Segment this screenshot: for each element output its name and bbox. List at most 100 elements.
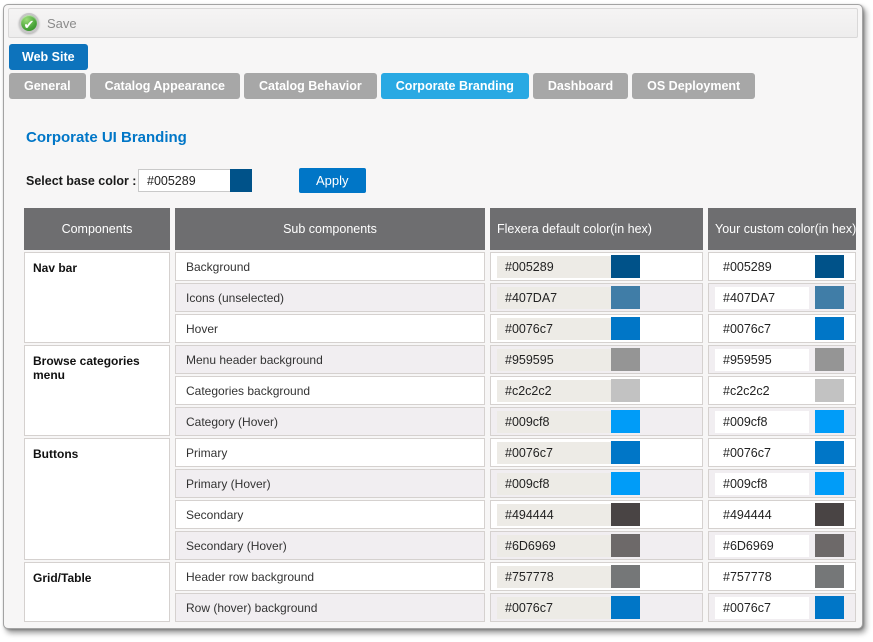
toolbar: ✔ Save [8, 8, 858, 38]
custom-color-swatch[interactable] [815, 441, 844, 464]
sub-component-cell: Hover [175, 314, 485, 343]
custom-color-swatch[interactable] [815, 317, 844, 340]
sub-component-cell: Primary [175, 438, 485, 467]
custom-color-widget [715, 348, 855, 371]
custom-color-cell [708, 252, 856, 281]
custom-color-swatch[interactable] [815, 503, 844, 526]
default-hex-value: #757778 [497, 566, 611, 588]
default-color-cell: #0076c7 [490, 593, 703, 622]
page-title: Corporate UI Branding [26, 129, 862, 146]
default-color-widget: #757778 [497, 565, 702, 588]
tab-general[interactable]: General [9, 73, 86, 99]
custom-color-swatch[interactable] [815, 286, 844, 309]
custom-color-widget [715, 503, 855, 526]
default-color-swatch [611, 286, 640, 309]
custom-color-swatch[interactable] [815, 534, 844, 557]
custom-color-cell [708, 314, 856, 343]
custom-hex-input[interactable] [715, 349, 809, 371]
custom-color-swatch[interactable] [815, 596, 844, 619]
tab-dashboard[interactable]: Dashboard [533, 73, 628, 99]
tab-web-site[interactable]: Web Site [9, 44, 88, 70]
custom-hex-input[interactable] [715, 287, 809, 309]
default-hex-value: #009cf8 [497, 473, 611, 495]
custom-hex-input[interactable] [715, 256, 809, 278]
sub-component-cell: Secondary (Hover) [175, 531, 485, 560]
default-color-widget: #0076c7 [497, 596, 702, 619]
sub-component-cell: Menu header background [175, 345, 485, 374]
custom-color-cell [708, 531, 856, 560]
default-color-cell: #494444 [490, 500, 703, 529]
custom-color-swatch[interactable] [815, 472, 844, 495]
default-color-swatch [611, 441, 640, 464]
header-sub-components: Sub components [175, 208, 485, 250]
table-row: ButtonsPrimary#0076c7 [24, 438, 856, 467]
custom-hex-input[interactable] [715, 535, 809, 557]
default-color-cell: #6D6969 [490, 531, 703, 560]
save-button[interactable]: ✔ Save [19, 13, 77, 33]
custom-hex-input[interactable] [715, 380, 809, 402]
custom-color-widget [715, 255, 855, 278]
custom-hex-input[interactable] [715, 597, 809, 619]
tab-os-deployment[interactable]: OS Deployment [632, 73, 755, 99]
default-color-swatch [611, 534, 640, 557]
custom-hex-input[interactable] [715, 504, 809, 526]
base-color-row: Select base color : Apply [26, 168, 862, 193]
default-color-cell: #757778 [490, 562, 703, 591]
table-row: Nav barBackground#005289 [24, 252, 856, 281]
default-hex-value: #005289 [497, 256, 611, 278]
table-header-row: Components Sub components Flexera defaul… [24, 208, 856, 250]
table-row: Grid/TableHeader row background#757778 [24, 562, 856, 591]
tab-catalog-behavior[interactable]: Catalog Behavior [244, 73, 377, 99]
custom-color-widget [715, 286, 855, 309]
custom-color-swatch[interactable] [815, 410, 844, 433]
custom-hex-input[interactable] [715, 473, 809, 495]
custom-color-cell [708, 593, 856, 622]
save-label: Save [47, 16, 77, 31]
custom-color-widget [715, 472, 855, 495]
branding-table: Components Sub components Flexera defaul… [19, 206, 861, 624]
table-row: Browse categories menuMenu header backgr… [24, 345, 856, 374]
default-color-swatch [611, 317, 640, 340]
default-color-swatch [611, 565, 640, 588]
custom-color-widget [715, 441, 855, 464]
custom-color-cell [708, 345, 856, 374]
component-group-cell: Buttons [24, 438, 170, 560]
default-color-widget: #c2c2c2 [497, 379, 702, 402]
primary-tab-bar: Web Site [9, 44, 862, 70]
default-color-swatch [611, 348, 640, 371]
custom-color-swatch[interactable] [815, 255, 844, 278]
sub-component-cell: Category (Hover) [175, 407, 485, 436]
default-color-swatch [611, 255, 640, 278]
default-color-cell: #005289 [490, 252, 703, 281]
component-group-cell: Nav bar [24, 252, 170, 343]
sub-component-cell: Background [175, 252, 485, 281]
component-group-cell: Browse categories menu [24, 345, 170, 436]
default-hex-value: #009cf8 [497, 411, 611, 433]
tab-catalog-appearance[interactable]: Catalog Appearance [90, 73, 240, 99]
sub-component-cell: Categories background [175, 376, 485, 405]
sub-component-cell: Header row background [175, 562, 485, 591]
base-color-input[interactable] [138, 169, 230, 192]
custom-color-swatch[interactable] [815, 565, 844, 588]
apply-button[interactable]: Apply [299, 168, 366, 193]
default-color-cell: #407DA7 [490, 283, 703, 312]
custom-hex-input[interactable] [715, 442, 809, 464]
custom-color-widget [715, 596, 855, 619]
default-color-swatch [611, 410, 640, 433]
default-color-swatch [611, 472, 640, 495]
custom-color-cell [708, 283, 856, 312]
custom-hex-input[interactable] [715, 411, 809, 433]
sub-component-cell: Row (hover) background [175, 593, 485, 622]
default-color-widget: #6D6969 [497, 534, 702, 557]
custom-color-cell [708, 500, 856, 529]
default-color-widget: #959595 [497, 348, 702, 371]
custom-hex-input[interactable] [715, 566, 809, 588]
custom-color-swatch[interactable] [815, 379, 844, 402]
default-hex-value: #6D6969 [497, 535, 611, 557]
base-color-swatch[interactable] [230, 169, 252, 192]
tab-corporate-branding[interactable]: Corporate Branding [381, 73, 529, 99]
custom-color-swatch[interactable] [815, 348, 844, 371]
custom-color-cell [708, 562, 856, 591]
custom-hex-input[interactable] [715, 318, 809, 340]
default-color-cell: #959595 [490, 345, 703, 374]
